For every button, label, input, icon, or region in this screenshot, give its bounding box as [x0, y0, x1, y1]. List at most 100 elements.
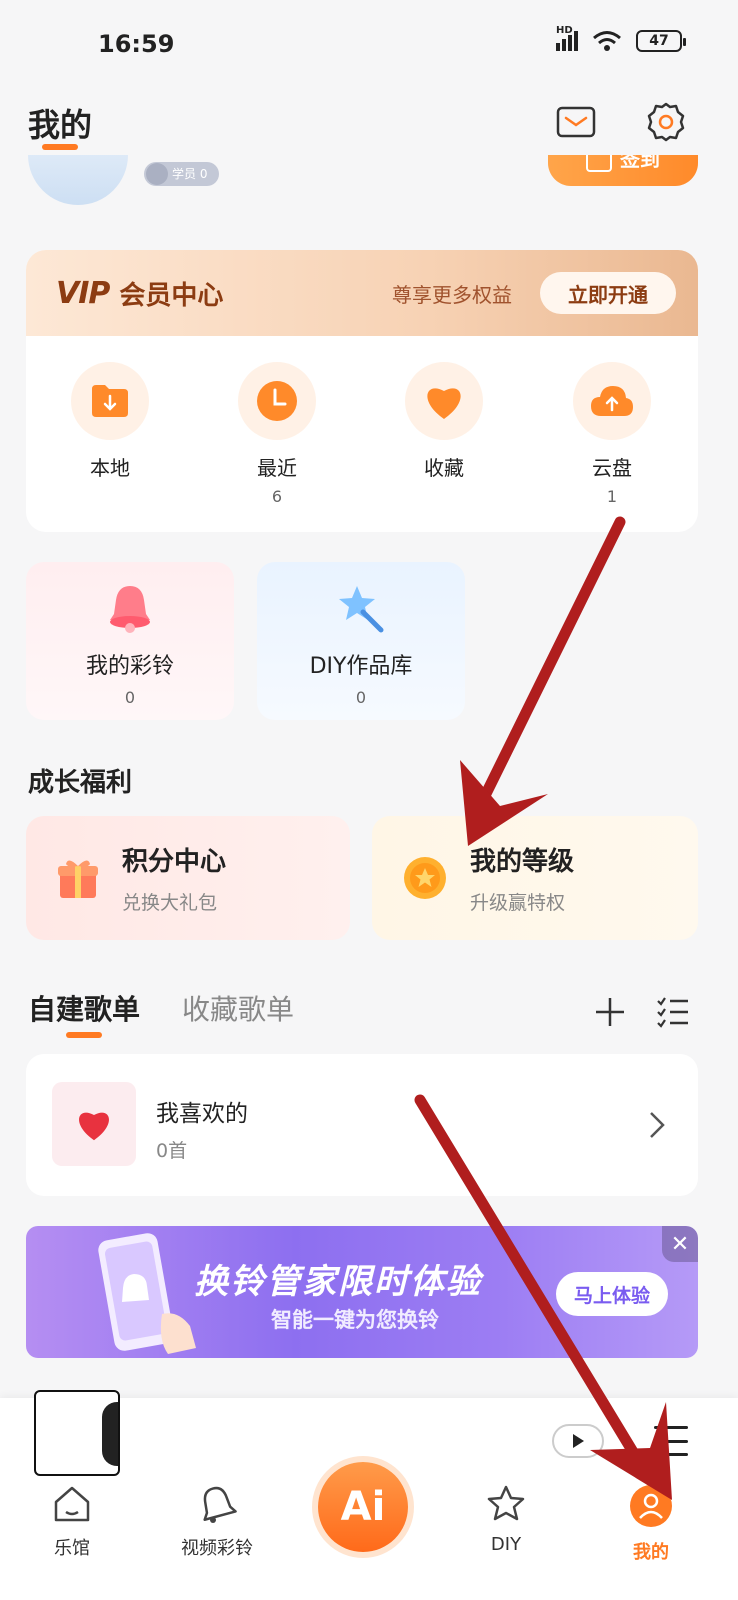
disc-icon: [102, 1402, 118, 1466]
feature-count: 0: [124, 688, 136, 707]
feature-count: 0: [355, 688, 367, 707]
quick-item-recent[interactable]: 最近 6: [217, 362, 337, 506]
checkin-button[interactable]: 签到: [548, 155, 698, 186]
benefit-title: 积分中心: [122, 847, 227, 877]
quick-count: [384, 487, 504, 505]
settings-button[interactable]: [644, 100, 688, 144]
mail-icon: [556, 106, 596, 138]
chevron-right-icon: [650, 1112, 665, 1138]
player-cover[interactable]: [34, 1390, 120, 1476]
nav-diy[interactable]: DIY: [451, 1484, 561, 1555]
vip-logo: VIP: [56, 275, 110, 311]
quick-label: 最近: [257, 456, 297, 480]
plus-icon: [596, 998, 624, 1026]
vip-open-button[interactable]: 立即开通: [540, 272, 676, 314]
playlist-item-liked[interactable]: 我喜欢的 0首: [26, 1054, 698, 1196]
gift-icon: [58, 860, 98, 898]
header-bg: [0, 90, 738, 155]
quick-count: [50, 487, 170, 505]
section-title-growth: 成长福利: [28, 768, 133, 798]
nav-ai-button[interactable]: Ai: [318, 1462, 408, 1552]
feature-label: 我的彩铃: [85, 654, 174, 679]
checkin-label: 签到: [620, 155, 660, 171]
benefit-subtitle: 兑换大礼包: [122, 892, 218, 914]
vip-title: 会员中心: [119, 280, 224, 311]
quick-label: 本地: [90, 456, 130, 480]
signal-icon: HD: [556, 25, 578, 51]
profile-row: 学员 0 签到: [0, 155, 738, 215]
magic-star-icon: [339, 586, 384, 633]
status-time: 16:59: [98, 30, 175, 58]
manage-playlist-button[interactable]: [656, 996, 690, 1028]
nav-video-ringtone[interactable]: 视频彩铃: [162, 1484, 272, 1560]
checkbox-icon: [586, 155, 612, 172]
member-badge-label: 学员 0: [172, 167, 208, 181]
quick-item-local[interactable]: 本地: [50, 362, 170, 505]
page-title: 我的: [28, 106, 93, 144]
vip-banner[interactable]: VIP 会员中心 尊享更多权益 立即开通: [26, 250, 698, 336]
quick-icon-wrap: [405, 362, 483, 440]
battery-level: 47: [649, 33, 669, 49]
wifi-icon: [593, 31, 621, 51]
feature-diy-library[interactable]: DIY作品库 0: [257, 562, 465, 720]
nav-label: 视频彩铃: [181, 1538, 253, 1559]
checklist-icon: [657, 997, 688, 1028]
ad-title: 换铃管家限时体验: [194, 1262, 482, 1302]
add-playlist-button[interactable]: [594, 996, 626, 1028]
quick-label: 云盘: [592, 456, 632, 480]
mail-button[interactable]: [554, 100, 598, 144]
benefit-points-center[interactable]: 积分中心 兑换大礼包: [26, 816, 350, 940]
nav-label: 我的: [633, 1542, 669, 1563]
tab-created-playlists[interactable]: 自建歌单: [28, 988, 140, 1028]
benefit-title: 我的等级: [470, 847, 575, 877]
avatar[interactable]: [28, 155, 128, 205]
annotation-arrows: [414, 516, 672, 1500]
quick-count: 1: [606, 487, 618, 506]
coin-star-icon: [404, 857, 446, 899]
home-icon: [54, 1486, 90, 1522]
ad-subtitle: 智能一键为您换铃: [271, 1308, 439, 1332]
playlist-name: 我喜欢的: [156, 1101, 248, 1127]
benefit-my-level[interactable]: 我的等级 升级赢特权: [372, 816, 698, 940]
benefit-subtitle: 升级赢特权: [470, 892, 566, 914]
member-icon: [146, 163, 168, 185]
heart-icon: [79, 1112, 109, 1141]
play-icon: [573, 1434, 584, 1448]
playlist-count: 0首: [156, 1140, 188, 1162]
nav-mine[interactable]: 我的: [596, 1484, 706, 1564]
playlist-cover: [52, 1082, 136, 1166]
menu-line: [654, 1453, 688, 1456]
quick-item-cloud[interactable]: 云盘 1: [552, 362, 672, 506]
user-icon: [630, 1485, 672, 1527]
ad-banner[interactable]: 换铃管家限时体验 智能一键为您换铃 马上体验 ✕: [26, 1226, 698, 1358]
network-label: HD: [556, 25, 573, 36]
play-button[interactable]: [552, 1424, 604, 1458]
gear-icon: [647, 102, 685, 142]
member-badge[interactable]: 学员 0: [144, 162, 220, 186]
tab-underline: [66, 1032, 102, 1038]
bell-icon: [203, 1486, 237, 1523]
quick-count: 6: [271, 487, 283, 506]
title-underline: [42, 144, 78, 150]
status-icons: HD 47: [556, 25, 686, 52]
quick-icon-wrap: [238, 362, 316, 440]
phone-bell-illustration: [98, 1233, 196, 1354]
close-icon[interactable]: ✕: [662, 1226, 698, 1262]
star-icon: [487, 1485, 525, 1521]
folder-download-icon: [92, 385, 128, 417]
nav-label: DIY: [490, 1534, 522, 1555]
cloud-upload-icon: [591, 386, 633, 416]
feature-my-ringtone[interactable]: 我的彩铃 0: [26, 562, 234, 720]
quick-icon-wrap: [573, 362, 651, 440]
feature-label: DIY作品库: [309, 654, 413, 679]
ai-label: Ai: [340, 1484, 386, 1530]
nav-home[interactable]: 乐馆: [17, 1484, 127, 1560]
quick-item-favorite[interactable]: 收藏: [384, 362, 504, 505]
vip-card: VIP 会员中心 尊享更多权益 立即开通 本地 最近 6 收藏 云盘 1: [26, 250, 698, 532]
tab-collected-playlists[interactable]: 收藏歌单: [182, 988, 294, 1028]
vip-subtitle: 尊享更多权益: [392, 282, 512, 307]
ad-cta-button[interactable]: 马上体验: [556, 1272, 668, 1316]
clock-icon: [257, 381, 297, 421]
quick-icon-wrap: [71, 362, 149, 440]
playlist-queue-button[interactable]: [654, 1426, 688, 1456]
